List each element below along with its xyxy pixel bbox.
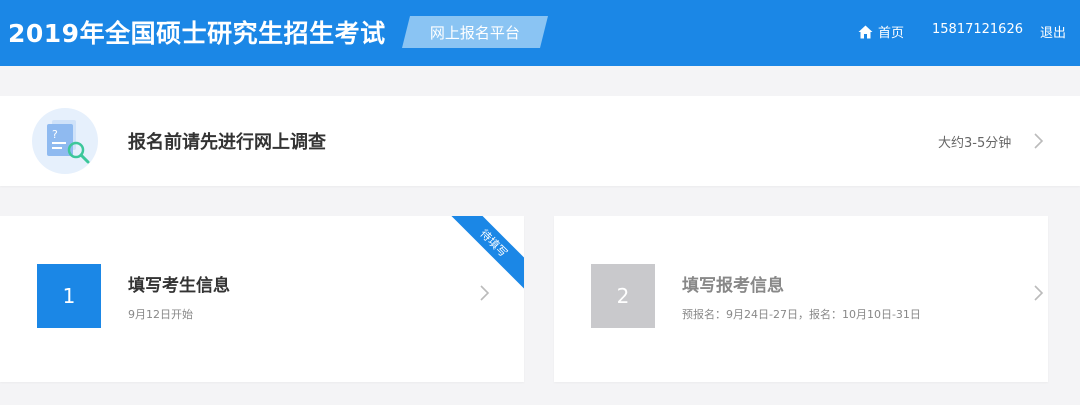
step-title: 填写考生信息 <box>128 276 230 296</box>
svg-text:?: ? <box>52 128 58 141</box>
nav-home-link[interactable]: 首页 <box>858 22 904 41</box>
step-title: 填写报考信息 <box>682 276 784 296</box>
step-card-candidate-info[interactable]: 1 填写考生信息 9月12日开始 待填写 <box>0 216 524 382</box>
survey-title: 报名前请先进行网上调查 <box>128 132 326 153</box>
platform-badge-label: 网上报名平台 <box>429 23 520 42</box>
chevron-right-icon <box>1034 285 1044 301</box>
chevron-right-icon <box>480 285 490 301</box>
step-subtitle: 9月12日开始 <box>128 308 193 321</box>
step-number-badge: 2 <box>591 264 655 328</box>
logout-link[interactable]: 退出 <box>1040 22 1066 41</box>
chevron-right-icon <box>1034 133 1044 149</box>
survey-document-icon: ? <box>32 108 98 174</box>
platform-badge: 网上报名平台 <box>402 16 548 48</box>
home-icon <box>858 25 873 38</box>
survey-time-estimate: 大约3-5分钟 <box>938 136 1012 151</box>
site-title: 2019年全国硕士研究生招生考试 <box>8 19 386 48</box>
survey-card[interactable]: ? 报名前请先进行网上调查 大约3-5分钟 <box>0 96 1080 186</box>
nav-home-label: 首页 <box>878 26 905 41</box>
step-number-badge: 1 <box>37 264 101 328</box>
step-card-exam-info[interactable]: 2 填写报考信息 预报名：9月24日-27日，报名：10月10日-31日 <box>554 216 1048 382</box>
status-ribbon: 待填写 <box>443 216 524 294</box>
user-phone: 15817121626 <box>932 22 1023 37</box>
top-header: 2019年全国硕士研究生招生考试 网上报名平台 首页 15817121626 退… <box>0 0 1080 66</box>
step-subtitle: 预报名：9月24日-27日，报名：10月10日-31日 <box>682 308 921 321</box>
